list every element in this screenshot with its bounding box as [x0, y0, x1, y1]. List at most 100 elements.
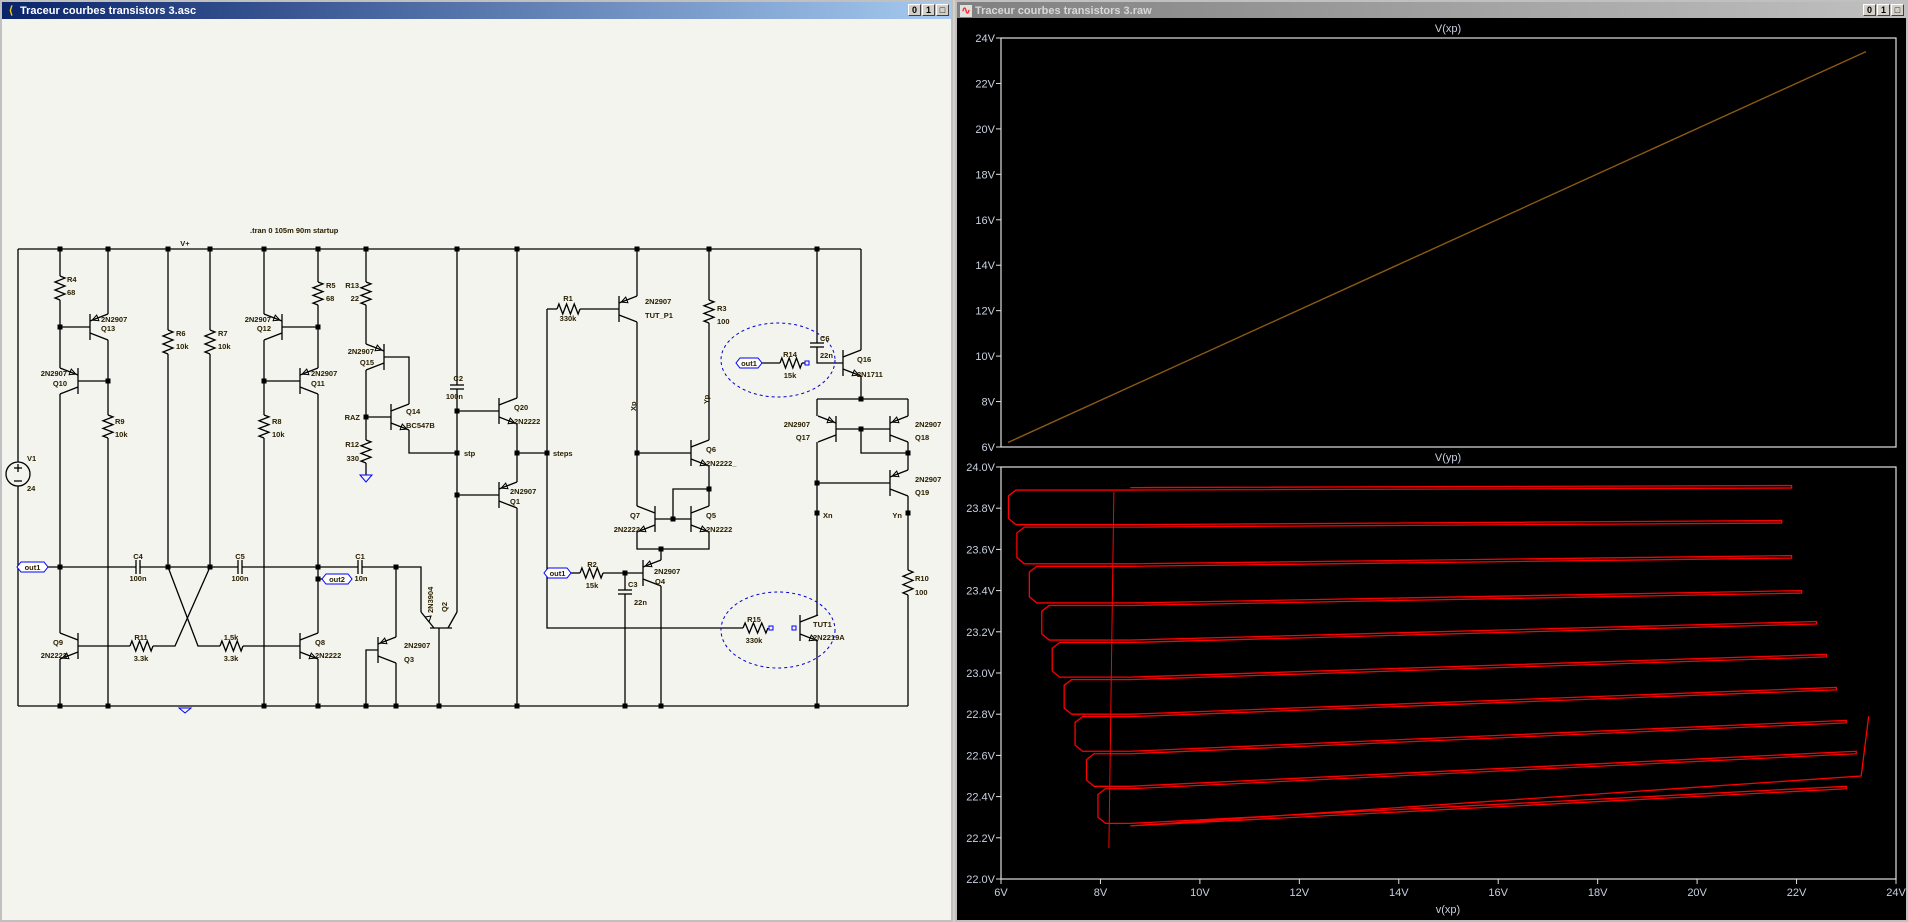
y-tick-label: 24.0V — [966, 462, 995, 474]
schematic-label: R15 — [747, 615, 761, 624]
schematic-label: 2N2907 — [311, 369, 337, 378]
schematic-label: 2N2907 — [654, 567, 680, 576]
transistor-lead — [817, 434, 837, 443]
schematic-label: 15k — [784, 371, 797, 380]
schematic-canvas[interactable]: out1out2out1out1R4682N2907Q132N2907Q10R6… — [0, 0, 1908, 922]
schematic-label: C3 — [628, 580, 638, 589]
resistor — [203, 329, 217, 355]
resistor — [161, 329, 175, 355]
emitter-arrow — [91, 314, 100, 322]
ground-icon — [177, 707, 193, 714]
y-tick-label: 22.0V — [966, 874, 995, 886]
schematic-label: R5 — [326, 281, 336, 290]
schematic-label: Xp — [629, 401, 638, 411]
x-tick-label: 8V — [1094, 887, 1108, 899]
schematic-label: Q16 — [857, 355, 871, 364]
schematic-label: R14 — [783, 350, 798, 359]
schematic-label: 22n — [820, 351, 833, 360]
out1-net-label-text: out1 — [25, 563, 41, 572]
schematic-label: 68 — [67, 288, 75, 297]
schematic-label: 100n — [129, 574, 147, 583]
emitter-arrow — [379, 637, 388, 645]
schematic-label: 2N2907 — [645, 297, 671, 306]
wire — [167, 566, 220, 647]
pin-square — [791, 625, 797, 631]
schematic-label: 2N2907 — [915, 475, 941, 484]
schematic-label: Q14 — [406, 407, 421, 416]
emitter-arrow — [272, 314, 281, 322]
resistor — [579, 566, 604, 580]
schematic-label: Q11 — [311, 379, 325, 388]
resistor — [742, 621, 769, 635]
schematic-label: R13 — [345, 281, 359, 290]
out1-net-label-text: out1 — [550, 569, 566, 578]
y-tick-label: 8V — [982, 397, 996, 409]
wire — [636, 532, 710, 550]
schematic-label: Q5 — [706, 511, 716, 520]
top-plot-title: V(xp) — [1435, 23, 1461, 35]
y-tick-label: 20V — [975, 124, 995, 136]
schematic-label: R8 — [272, 417, 282, 426]
transistor-lead — [59, 386, 79, 395]
wire — [384, 356, 410, 404]
schematic-label: Q10 — [53, 379, 67, 388]
transistor-lead — [299, 386, 319, 395]
schematic-label: 2N2907 — [404, 641, 430, 650]
schematic-label: C2 — [453, 374, 463, 383]
schematic-label: 15k — [586, 581, 599, 590]
schematic-label: Q12 — [257, 324, 271, 333]
schematic-label: 330k — [746, 636, 764, 645]
ground-icon — [358, 474, 374, 483]
schematic-label: 68 — [326, 294, 334, 303]
schematic-label: 2N2907 — [915, 420, 941, 429]
resistor — [219, 639, 244, 653]
plot-pane[interactable] — [957, 18, 1906, 920]
schematic-label: Q9 — [53, 638, 63, 647]
schematic-label: BC547B — [406, 421, 435, 430]
bottom-plot-title: V(yp) — [1435, 452, 1461, 464]
wire — [365, 649, 378, 706]
x-axis-label: v(xp) — [1436, 904, 1460, 916]
y-tick-label: 23.4V — [966, 586, 995, 598]
schematic-label: Q18 — [915, 433, 929, 442]
schematic-label: R10 — [915, 574, 929, 583]
transistor-lead — [447, 611, 458, 629]
schematic-label: Q20 — [514, 403, 528, 412]
emitter-arrow — [891, 470, 900, 478]
wire — [362, 566, 422, 612]
schematic-label: Q7 — [630, 511, 640, 520]
emitter-arrow — [638, 525, 647, 533]
y-tick-label: 6V — [982, 442, 996, 454]
emitter-arrow — [644, 560, 653, 568]
schematic-label: 2N2907 — [245, 315, 271, 324]
schematic-label: Q19 — [915, 488, 929, 497]
schematic-label: 10k — [272, 430, 285, 439]
resistor — [311, 281, 325, 306]
y-tick-label: 23.2V — [966, 627, 995, 639]
resistor — [257, 414, 271, 439]
schematic-label: Xn — [823, 511, 833, 520]
y-tick-label: 23.6V — [966, 544, 995, 556]
resistor — [901, 569, 915, 596]
transistor-lead — [618, 314, 638, 323]
transistor-lead — [89, 332, 109, 341]
wire — [408, 430, 457, 454]
schematic-label: 10k — [218, 342, 231, 351]
transistor-lead — [263, 332, 283, 341]
x-tick-label: 10V — [1190, 887, 1210, 899]
schematic-label: 1.5k — [224, 633, 239, 642]
schematic-label: 2N2219A — [813, 633, 845, 642]
schematic-label: 100n — [231, 574, 249, 583]
schematic-label: 2N2907 — [101, 315, 127, 324]
y-tick-label: 12V — [975, 306, 995, 318]
schematic-label: 2N2222 — [614, 525, 640, 534]
x-tick-label: 24V — [1886, 887, 1906, 899]
emitter-arrow — [374, 344, 383, 352]
schematic-label: C6 — [820, 334, 830, 343]
wire — [153, 566, 211, 647]
y-tick-label: 23.8V — [966, 503, 995, 515]
schematic-label: 10k — [115, 430, 128, 439]
y-tick-label: 18V — [975, 169, 995, 181]
schematic-label: 2N2907 — [784, 420, 810, 429]
schematic-label: .tran 0 105m 90m startup — [250, 226, 339, 235]
